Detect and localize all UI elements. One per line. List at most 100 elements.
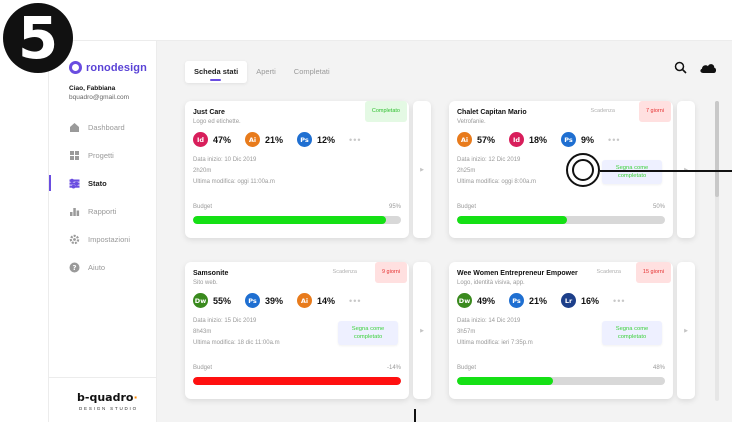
mark-complete-button[interactable]: Segna come completato	[338, 321, 398, 345]
project-title: Samsonite	[193, 270, 229, 277]
mark-complete-button[interactable]: Segna come completato	[602, 160, 662, 184]
status-badge: Completato	[364, 101, 407, 122]
user-email: bquadro@gmail.com	[69, 94, 130, 101]
tab-completati[interactable]: Completati	[285, 61, 339, 83]
search-icon[interactable]	[674, 61, 687, 79]
illustrator-icon: Ai	[245, 132, 261, 147]
more-options-icon[interactable]: •••	[608, 135, 620, 145]
more-options-icon[interactable]: •••	[349, 135, 361, 145]
tab-scheda-stati[interactable]: Scheda stati	[185, 61, 248, 83]
project-card-wee-women[interactable]: Wee Women Entrepreneur Empower Logo, ide…	[449, 262, 673, 399]
project-subtitle: Vetrofanie.	[457, 119, 486, 125]
sidebar-item-stato[interactable]: Stato	[49, 169, 157, 197]
budget-label: Budget	[193, 204, 213, 210]
mark-complete-button[interactable]: Segna come completato	[602, 321, 662, 345]
budget-percent: -14%	[386, 365, 401, 371]
app-percent: 18%	[529, 134, 548, 145]
photoshop-icon: Ps	[297, 132, 313, 147]
app-percent: 12%	[317, 134, 336, 145]
app-percent: 21%	[529, 295, 548, 306]
tab-aperti[interactable]: Aperti	[247, 61, 285, 83]
budget-percent: 48%	[652, 365, 665, 371]
app-usage-row: Id 47% Ai 21% Ps 12% •••	[193, 132, 362, 147]
due-label: Scadenza	[596, 269, 621, 275]
tap-indicator-inner	[572, 159, 594, 181]
dreamweaver-icon: Dw	[457, 293, 472, 308]
sidebar-item-rapporti[interactable]: Rapporti	[49, 197, 157, 225]
scrollbar-thumb[interactable]	[715, 101, 719, 197]
sidebar-item-impostazioni[interactable]: Impostazioni	[49, 225, 157, 253]
start-date: Data inizio: 10 Dic 2019	[193, 157, 257, 163]
app-percent: 21%	[265, 134, 284, 145]
sidebar-divider	[49, 377, 156, 378]
sidebar-item-label: Aiuto	[88, 262, 106, 272]
budget-progress-bar	[457, 216, 665, 224]
callout-tick	[414, 409, 416, 422]
sidebar-item-label: Stato	[88, 178, 107, 188]
illustrator-icon: Ai	[297, 293, 313, 308]
sidebar-item-label: Rapporti	[88, 206, 117, 216]
duration: 2h20m	[193, 168, 212, 174]
budget-progress-fill	[457, 216, 568, 224]
project-card-just-care[interactable]: Just Care Logo ed etichette. Completato …	[185, 101, 409, 238]
more-options-icon[interactable]: •••	[613, 296, 625, 306]
app-percent: 47%	[213, 134, 232, 145]
due-label: Scadenza	[590, 108, 615, 114]
project-card-samsonite[interactable]: Samsonite Sito web. Scadenza 9 giorni Dw…	[185, 262, 409, 399]
sidebar-item-progetti[interactable]: Progetti	[49, 141, 157, 169]
duration: 3h57m	[457, 329, 476, 335]
app-percent: 39%	[265, 295, 284, 306]
user-greeting: Ciao, Fabbiana	[69, 85, 116, 92]
sidebar-item-dashboard[interactable]: Dashboard	[49, 113, 157, 141]
footer-logo-subtitle: DESIGN STUDIO	[79, 406, 138, 411]
sidebar-item-label: Progetti	[88, 150, 114, 160]
help-icon: ?	[69, 262, 80, 273]
card-expand-handle[interactable]: ▶	[413, 101, 431, 238]
sidebar: ronodesign Ciao, Fabbiana bquadro@gmail.…	[49, 41, 157, 422]
app-usage-row: Dw 49% Ps 21% Lr 16% •••	[457, 293, 626, 308]
budget-percent: 95%	[388, 204, 401, 210]
indesign-icon: Id	[193, 132, 208, 147]
dreamweaver-icon: Dw	[193, 293, 208, 308]
photoshop-icon: Ps	[509, 293, 525, 308]
sliders-icon	[69, 178, 80, 189]
last-modified: Ultima modifica: oggi 8:00a.m	[457, 179, 537, 185]
callout-line	[600, 170, 732, 172]
home-icon	[69, 122, 80, 133]
app-window: ronodesign Ciao, Fabbiana bquadro@gmail.…	[48, 40, 732, 422]
sidebar-item-aiuto[interactable]: ? Aiuto	[49, 253, 157, 281]
last-modified: Ultima modifica: 18 dic 11:00a.m	[193, 340, 280, 346]
bar-chart-icon	[69, 206, 80, 217]
app-usage-row: Dw 55% Ps 39% Ai 14% •••	[193, 293, 362, 308]
app-usage-row: Ai 57% Id 18% Ps 9% •••	[457, 132, 621, 147]
status-tabs: Scheda stati Aperti Completati	[185, 61, 339, 83]
budget-progress-fill	[193, 216, 387, 224]
header-actions	[674, 61, 717, 79]
app-percent: 55%	[213, 295, 232, 306]
step-number-badge: 5	[3, 3, 73, 73]
project-title: Chalet Capitan Mario	[457, 109, 527, 116]
project-subtitle: Logo, identità visiva, app.	[457, 280, 525, 286]
budget-progress-bar	[193, 216, 401, 224]
budget-progress-bar	[457, 377, 665, 385]
sidebar-item-label: Dashboard	[88, 122, 125, 132]
duration: 8h43m	[193, 329, 212, 335]
start-date: Data inizio: 15 Dic 2019	[193, 318, 257, 324]
budget-label: Budget	[193, 365, 213, 371]
last-modified: Ultima modifica: ieri 7:35p.m	[457, 340, 533, 346]
main-content: Scheda stati Aperti Completati Just Care…	[157, 41, 732, 422]
photoshop-icon: Ps	[245, 293, 261, 308]
cloud-icon[interactable]	[699, 61, 717, 79]
vertical-scrollbar[interactable]	[715, 101, 719, 401]
budget-label: Budget	[457, 204, 477, 210]
more-options-icon[interactable]: •••	[349, 296, 361, 306]
due-badge: 7 giorni	[638, 101, 671, 122]
logo[interactable]: ronodesign	[69, 61, 147, 74]
card-expand-handle[interactable]: ▶	[677, 262, 695, 399]
due-label: Scadenza	[332, 269, 357, 275]
budget-percent: 50%	[652, 204, 665, 210]
project-title: Just Care	[193, 109, 225, 116]
card-expand-handle[interactable]: ▶	[413, 262, 431, 399]
app-percent: 49%	[477, 295, 496, 306]
sidebar-nav: Dashboard Progetti Stato Rapporti Impost…	[49, 113, 157, 281]
